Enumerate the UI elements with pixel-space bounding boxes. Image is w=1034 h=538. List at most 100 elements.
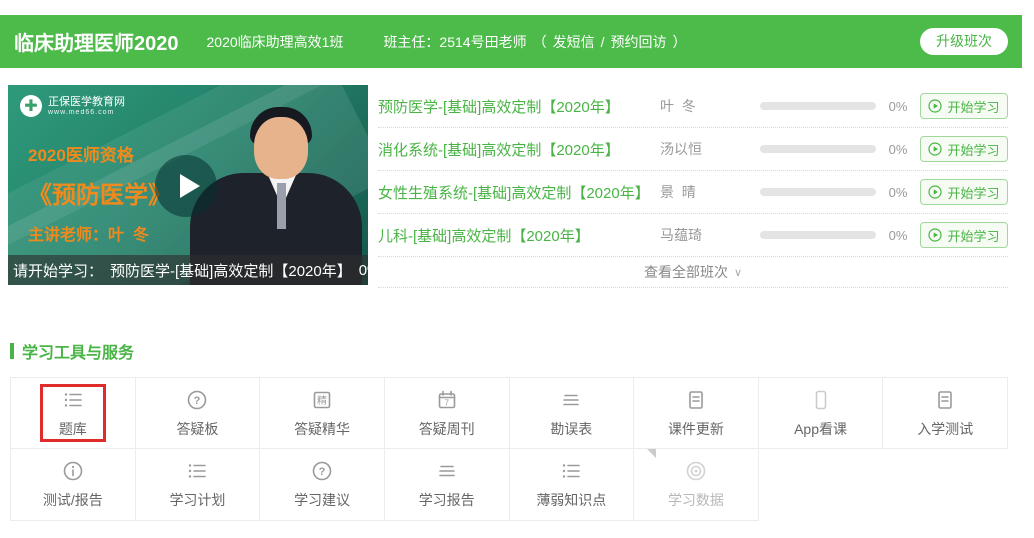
caption-progress: 0% — [359, 262, 368, 279]
progress-percent: 0% — [876, 185, 920, 200]
course-row: 预防医学-[基础]高效定制【2020年】 叶 冬 0% 开始学习 — [378, 85, 1008, 128]
video-title-block: 2020医师资格 《预防医学》 主讲老师：叶 冬 — [28, 141, 172, 245]
list-icon — [61, 388, 85, 412]
teacher-photo — [254, 117, 308, 179]
tool-weak-points[interactable]: 薄弱知识点 — [510, 449, 635, 521]
tool-study-report[interactable]: 学习报告 — [385, 449, 510, 521]
course-list: 预防医学-[基础]高效定制【2020年】 叶 冬 0% 开始学习 消化系统-[基… — [378, 85, 1008, 288]
svg-text:?: ? — [194, 395, 201, 407]
lines-icon — [559, 388, 583, 412]
view-all-classes-button[interactable]: 查看全部班次 ∨ — [378, 257, 1008, 288]
advisor-label: 班主任：2514号田老师 — [383, 32, 526, 52]
brand-logo: ✚ 正保医学教育网 www.med66.com — [20, 95, 125, 117]
tool-study-data[interactable]: 学习数据 — [634, 449, 759, 521]
play-circle-icon — [928, 185, 942, 199]
start-learning-button[interactable]: 开始学习 — [920, 222, 1008, 248]
empty-cell — [759, 449, 884, 521]
tool-qa-board[interactable]: ? 答疑板 — [136, 377, 261, 449]
chevron-down-icon: ∨ — [734, 266, 742, 279]
video-caption: 请开始学习： 预防医学-[基础]高效定制【2020年】 0% — [8, 255, 368, 285]
svg-text:精: 精 — [317, 394, 327, 407]
progress-percent: 0% — [876, 228, 920, 243]
tool-test-report[interactable]: 测试/报告 — [11, 449, 136, 521]
caption-course: 预防医学-[基础]高效定制【2020年】 — [110, 260, 352, 281]
section-accent-bar — [10, 343, 14, 359]
class-header-bar: 临床助理医师2020 2020临床助理高效1班 班主任：2514号田老师 （ 发… — [0, 15, 1022, 68]
video-title-line2: 《预防医学》 — [28, 175, 172, 210]
progress-percent: 0% — [876, 142, 920, 157]
tool-qa-weekly[interactable]: 7 答疑周刊 — [385, 377, 510, 449]
tool-entrance-test[interactable]: 入学测试 — [883, 377, 1008, 449]
tool-label: 答疑周刊 — [419, 419, 475, 439]
tool-label: 课件更新 — [668, 419, 724, 439]
course-row: 儿科-[基础]高效定制【2020年】 马蕴琦 0% 开始学习 — [378, 214, 1008, 257]
course-teacher: 汤以恒 — [660, 139, 760, 159]
tool-study-plan[interactable]: 学习计划 — [136, 449, 261, 521]
course-row: 消化系统-[基础]高效定制【2020年】 汤以恒 0% 开始学习 — [378, 128, 1008, 171]
tool-app-learning[interactable]: App看课 — [759, 377, 884, 449]
progress-bar — [760, 231, 876, 239]
tool-label: 学习建议 — [294, 490, 350, 510]
class-session-name: 2020临床助理高效1班 — [207, 32, 344, 52]
tool-label: 测试/报告 — [43, 490, 103, 510]
caption-prefix: 请开始学习： — [13, 260, 103, 281]
start-learning-button[interactable]: 开始学习 — [920, 93, 1008, 119]
send-sms-link[interactable]: 发短信 — [553, 32, 595, 52]
tool-qa-digest[interactable]: 精 答疑精华 — [260, 377, 385, 449]
digest-square-icon: 精 — [310, 388, 334, 412]
play-icon — [180, 174, 200, 198]
question-circle-icon: ? — [310, 459, 334, 483]
tool-label: 学习数据 — [668, 490, 724, 510]
course-teacher: 景 晴 — [660, 182, 760, 202]
tool-label: App看课 — [794, 419, 847, 439]
tool-label: 学习计划 — [169, 490, 225, 510]
progress-bar — [760, 188, 876, 196]
course-video-thumbnail[interactable]: ✚ 正保医学教育网 www.med66.com 2020医师资格 《预防医学》 … — [8, 85, 368, 285]
brand-cross-icon: ✚ — [20, 95, 42, 117]
course-title-link[interactable]: 预防医学-[基础]高效定制【2020年】 — [378, 96, 660, 117]
tool-label: 入学测试 — [917, 419, 973, 439]
tools-grid: 题库 ? 答疑板 精 答疑精华 7 答疑周刊 勘误表 — [10, 377, 1008, 521]
empty-cell — [883, 449, 1008, 521]
course-teacher: 马蕴琦 — [660, 225, 760, 245]
brand-site: www.med66.com — [48, 109, 125, 116]
class-title: 临床助理医师2020 — [14, 27, 179, 56]
info-circle-icon — [61, 459, 85, 483]
progress-percent: 0% — [876, 99, 920, 114]
course-title-link[interactable]: 儿科-[基础]高效定制【2020年】 — [378, 225, 660, 246]
svg-text:7: 7 — [444, 398, 449, 407]
target-icon — [684, 459, 708, 483]
start-learning-button[interactable]: 开始学习 — [920, 136, 1008, 162]
course-title-link[interactable]: 消化系统-[基础]高效定制【2020年】 — [378, 139, 660, 160]
callback-appointment-link[interactable]: 预约回访 — [610, 32, 666, 52]
phone-icon — [809, 388, 833, 412]
tool-courseware-updates[interactable]: 课件更新 — [634, 377, 759, 449]
video-title-line3: 主讲老师：叶 冬 — [28, 221, 172, 245]
play-circle-icon — [928, 142, 942, 156]
section-title: 学习工具与服务 — [22, 339, 134, 363]
course-title-link[interactable]: 女性生殖系统-[基础]高效定制【2020年】 — [378, 182, 660, 203]
paren-open: （ — [533, 32, 547, 52]
tool-label: 学习报告 — [419, 490, 475, 510]
tools-section-header: 学习工具与服务 — [10, 339, 134, 363]
play-circle-icon — [928, 99, 942, 113]
course-row: 女性生殖系统-[基础]高效定制【2020年】 景 晴 0% 开始学习 — [378, 171, 1008, 214]
progress-bar — [760, 102, 876, 110]
upgrade-class-button[interactable]: 升级班次 — [920, 28, 1008, 55]
tool-label: 薄弱知识点 — [536, 490, 606, 510]
tool-question-bank[interactable]: 题库 — [11, 377, 136, 449]
svg-text:?: ? — [319, 466, 326, 478]
tool-errata[interactable]: 勘误表 — [510, 377, 635, 449]
brand-name: 正保医学教育网 — [48, 96, 125, 110]
play-circle-icon — [928, 228, 942, 242]
play-button[interactable] — [155, 155, 217, 217]
tool-label: 题库 — [59, 419, 87, 439]
video-title-line1: 2020医师资格 — [28, 141, 172, 166]
calendar-7-icon: 7 — [435, 388, 459, 412]
corner-marker — [647, 449, 656, 458]
start-learning-button[interactable]: 开始学习 — [920, 179, 1008, 205]
lines-icon — [435, 459, 459, 483]
tool-study-advice[interactable]: ? 学习建议 — [260, 449, 385, 521]
list-icon — [185, 459, 209, 483]
question-circle-icon: ? — [185, 388, 209, 412]
